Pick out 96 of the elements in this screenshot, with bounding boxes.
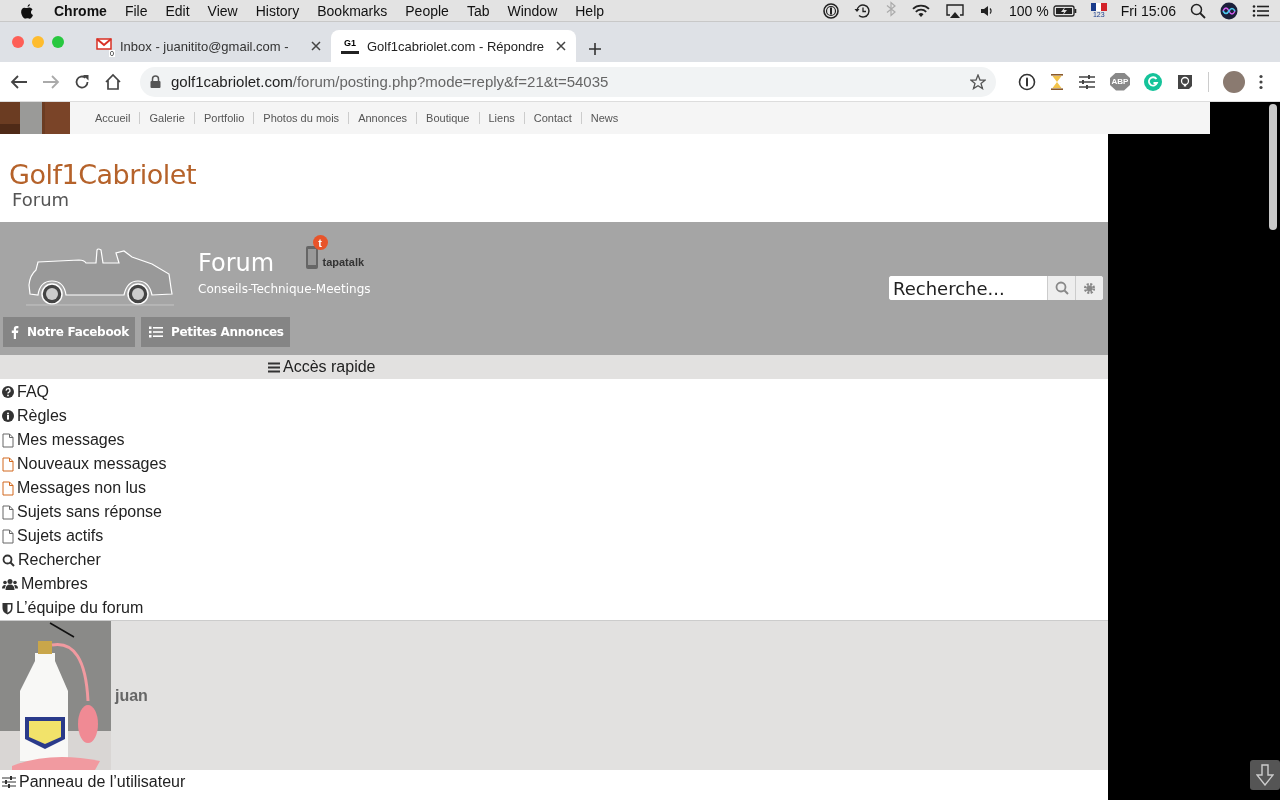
nav-link[interactable]: News xyxy=(580,112,628,124)
sliders-icon xyxy=(2,776,16,788)
back-icon xyxy=(10,73,28,90)
menu-icon xyxy=(268,361,280,373)
search-icon xyxy=(1054,281,1069,295)
reload-icon xyxy=(74,73,90,90)
nav-link[interactable]: Photos du mois xyxy=(253,112,349,124)
menu-item[interactable]: Window xyxy=(507,2,558,19)
home-icon xyxy=(104,72,122,91)
scroll-down-button[interactable] xyxy=(1250,760,1280,790)
users-icon xyxy=(2,578,18,590)
settings-button[interactable] xyxy=(1075,276,1103,300)
quick-link[interactable]: Sujets actifs xyxy=(17,527,104,545)
quick-access-toggle[interactable]: Accès rapide xyxy=(283,358,376,376)
password-icon xyxy=(823,2,840,19)
app-menu[interactable]: Chrome xyxy=(54,2,107,19)
nav-link[interactable]: Boutique xyxy=(416,112,479,124)
document-icon xyxy=(2,504,14,520)
gear-icon xyxy=(1083,281,1096,295)
star-icon xyxy=(970,73,986,90)
menu-clock[interactable]: Fri 15:06 xyxy=(1120,2,1176,19)
menu-item[interactable]: History xyxy=(255,2,300,19)
apple-icon xyxy=(20,2,34,19)
hourglass-icon xyxy=(1050,72,1064,91)
new-tab-icon xyxy=(588,42,602,56)
airplay-icon xyxy=(945,2,966,19)
quick-link[interactable]: L’équipe du forum xyxy=(16,599,144,617)
browser-tab[interactable]: G1 Golf1cabriolet.com - Répondre xyxy=(331,30,576,62)
banner-button[interactable]: Petites Annonces xyxy=(140,317,290,347)
banner-subtitle: Conseils-Technique-Meetings xyxy=(198,282,371,296)
close-tab-button[interactable] xyxy=(556,41,566,51)
bluetooth-icon xyxy=(885,1,898,17)
quick-link[interactable]: FAQ xyxy=(17,383,49,401)
quick-link[interactable]: Rechercher xyxy=(18,551,101,569)
list-icon xyxy=(148,326,163,338)
address-bar[interactable]: golf1cabriolet.com/forum/posting.php?mode=reply&f=21&t=54035 xyxy=(140,66,996,97)
menu-item[interactable]: People xyxy=(405,2,449,19)
nav-link[interactable]: Accueil xyxy=(86,112,140,124)
grammarly-icon xyxy=(1144,72,1162,91)
lock-icon xyxy=(150,75,161,88)
nav-link[interactable]: Portfolio xyxy=(193,112,254,124)
zoom-window-icon xyxy=(52,36,64,48)
tapatalk-badge: t xyxy=(312,235,328,250)
search-icon xyxy=(2,553,15,567)
menu-item[interactable]: Tab xyxy=(466,2,490,19)
site-logo[interactable]: Golf1Cabriolet xyxy=(9,160,1108,190)
down-arrow-icon xyxy=(1256,764,1274,786)
nav-link[interactable]: Liens xyxy=(478,112,524,124)
quick-link[interactable]: Messages non lus xyxy=(17,479,146,497)
clock-icon xyxy=(853,2,872,19)
quick-link[interactable]: Nouveaux messages xyxy=(17,455,167,473)
site-favicon: G1 xyxy=(341,38,359,54)
quick-link[interactable]: Règles xyxy=(17,407,67,425)
minimize-window-icon xyxy=(32,36,44,48)
forward-icon xyxy=(42,73,60,90)
adblock-icon[interactable]: ABP xyxy=(1110,72,1130,91)
sliders-icon xyxy=(1078,73,1096,90)
password-icon xyxy=(1018,72,1036,91)
close-window-icon xyxy=(12,36,24,48)
document-icon xyxy=(2,528,14,544)
facebook-icon xyxy=(11,325,19,339)
wifi-icon xyxy=(911,2,932,19)
search-button[interactable] xyxy=(1047,276,1075,300)
menu-item[interactable]: Help xyxy=(575,2,605,19)
mail-icon xyxy=(96,38,112,50)
banner-button[interactable]: Notre Facebook xyxy=(3,317,135,347)
menu-item[interactable]: Edit xyxy=(165,2,190,19)
nav-link[interactable]: Galerie xyxy=(139,112,194,124)
logo-subtitle: Forum xyxy=(12,190,71,210)
banner-title: Forum xyxy=(198,248,275,278)
username[interactable]: juan xyxy=(115,686,148,705)
scrollbar-thumb[interactable] xyxy=(1269,104,1277,230)
battery-icon xyxy=(1052,3,1077,18)
tab-title: Inbox - juanitito@gmail.com - xyxy=(120,38,290,54)
nav-link[interactable]: Contact xyxy=(523,112,581,124)
menu-item[interactable]: Bookmarks xyxy=(317,2,388,19)
document-icon xyxy=(2,432,14,448)
menu-item[interactable]: View xyxy=(207,2,238,19)
nav-link[interactable]: Annonces xyxy=(348,112,417,124)
tapatalk-label[interactable]: tapatalk xyxy=(322,256,365,268)
document-icon xyxy=(2,480,14,496)
profile-avatar[interactable] xyxy=(1223,70,1245,93)
search-bar[interactable]: Recherche... xyxy=(889,276,1103,300)
search-icon xyxy=(1190,2,1206,19)
quick-link[interactable]: Sujets sans réponse xyxy=(17,503,162,521)
quick-link[interactable]: Membres xyxy=(21,575,88,593)
battery-percent: 100 % xyxy=(1009,2,1049,19)
menu-item[interactable]: File xyxy=(124,2,148,19)
quick-link[interactable]: Mes messages xyxy=(17,431,125,449)
more-icon xyxy=(1259,73,1263,90)
tab-title: Golf1cabriolet.com - Répondre xyxy=(367,38,546,54)
list-icon xyxy=(1252,3,1270,18)
close-tab-button[interactable] xyxy=(311,41,321,51)
phone-icon xyxy=(304,244,319,270)
user-menu-link[interactable]: Panneau de l’utilisateur xyxy=(19,773,186,791)
document-icon xyxy=(2,456,14,472)
